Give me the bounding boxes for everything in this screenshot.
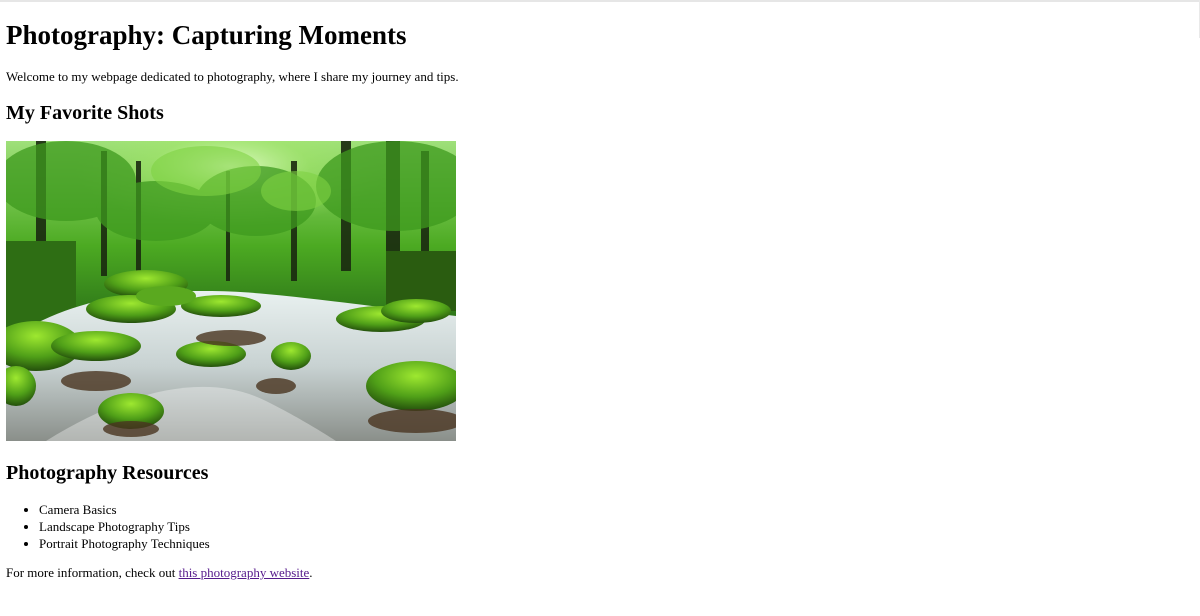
list-item: Camera Basics bbox=[39, 501, 210, 518]
favorite-shots-heading: My Favorite Shots bbox=[6, 102, 164, 124]
more-info-suffix: . bbox=[309, 565, 313, 580]
top-border bbox=[0, 0, 1200, 2]
photography-website-link[interactable]: this photography website bbox=[179, 565, 310, 580]
more-info-text: For more information, check out this pho… bbox=[6, 565, 313, 581]
more-info-prefix: For more information, check out bbox=[6, 565, 179, 580]
intro-text: Welcome to my webpage dedicated to photo… bbox=[6, 69, 459, 84]
list-item: Portrait Photography Techniques bbox=[39, 535, 210, 552]
forest-stream-photo bbox=[6, 141, 456, 441]
page-title: Photography: Capturing Moments bbox=[6, 20, 407, 50]
resources-list: Camera Basics Landscape Photography Tips… bbox=[6, 501, 210, 552]
list-item: Landscape Photography Tips bbox=[39, 518, 210, 535]
resources-heading: Photography Resources bbox=[6, 462, 209, 484]
